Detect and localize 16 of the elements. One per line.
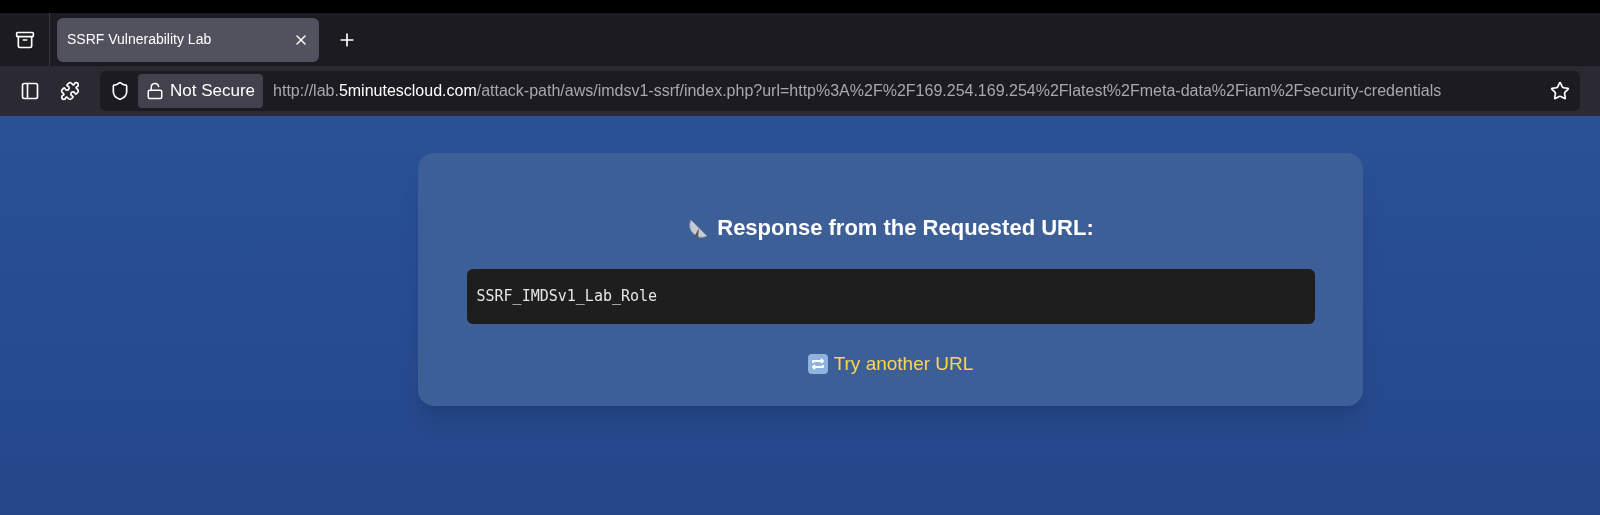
try-another-url-link[interactable]: Try another URL [833, 350, 974, 379]
repeat-icon [807, 354, 828, 375]
tab-title: SSRF Vulnerability Lab [67, 30, 213, 49]
shield-icon[interactable] [110, 81, 130, 101]
address-bar[interactable]: Not Secure http://lab.5minutescloud.com/attack-path/aws/imdsv1-ssrf/index.php?url=http%3A%2F%2F169.254.169.254%2Flatest%2Fmeta-data%2Fiam%2Fsecurity-credentials [100, 71, 1580, 111]
extensions-icon[interactable] [60, 81, 80, 101]
response-output: SSRF_IMDSv1_Lab_Role [466, 269, 1315, 324]
unlocked-icon [146, 82, 164, 100]
bookmark-star-icon[interactable] [1550, 81, 1570, 101]
security-label: Not Secure [170, 80, 256, 103]
url-text: http://lab.5minutescloud.com/attack-path/aws/imdsv1-ssrf/index.php?url=http%3A%2F%2F169.254.169.254%2Flatest%2Fmeta-data%2Fiam%2Fsecurity-credentials [273, 81, 1442, 101]
response-heading: Response from the Requested URL: [717, 214, 1094, 242]
browser-tab[interactable]: SSRF Vulnerability Lab [57, 17, 319, 62]
tab-tray-icon[interactable] [14, 29, 35, 50]
sidebar-icon[interactable] [20, 81, 40, 101]
security-indicator[interactable]: Not Secure [138, 74, 264, 108]
